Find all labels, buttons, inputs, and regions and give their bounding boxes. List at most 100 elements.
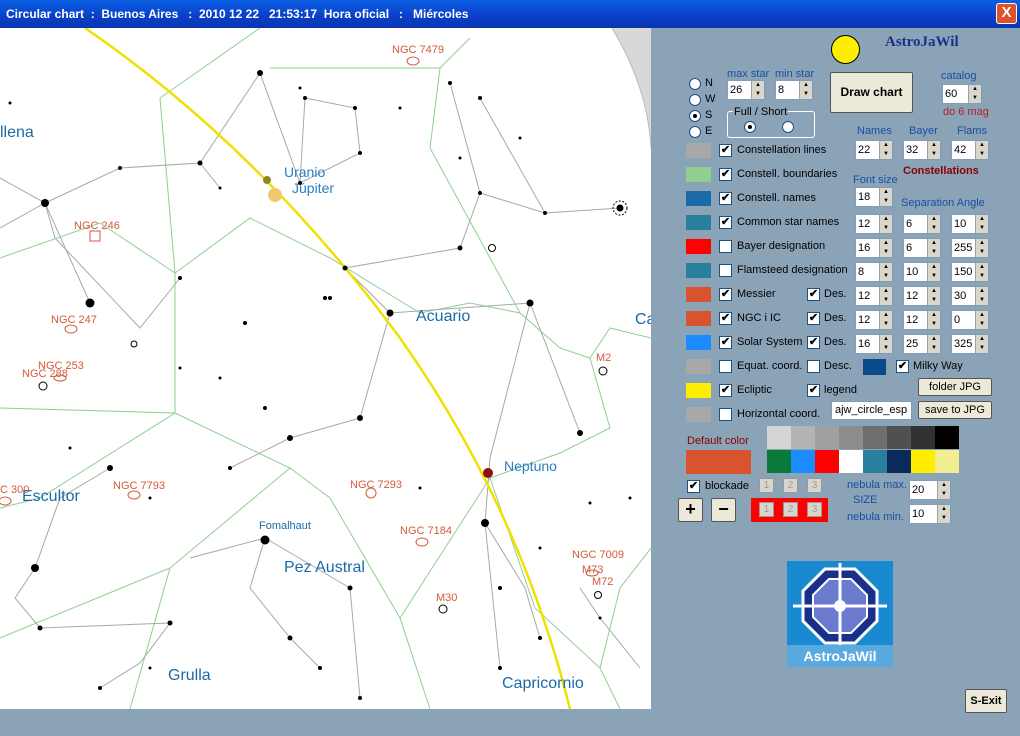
red-button-2[interactable]: 2	[783, 502, 798, 517]
row-color-swatch[interactable]	[686, 335, 711, 350]
palette-color-swatch[interactable]	[839, 450, 863, 473]
palette-color-swatch[interactable]	[911, 426, 935, 449]
milky-way-checkbox[interactable]: ✔	[896, 360, 909, 373]
row-value-input[interactable]: 255 ▲ ▼	[951, 238, 989, 258]
row-checkbox[interactable]: ✔	[719, 216, 732, 229]
row-color-swatch[interactable]	[686, 407, 711, 422]
row-color-swatch[interactable]	[686, 359, 711, 374]
row-description-checkbox[interactable]	[807, 360, 820, 373]
blockade-button-3[interactable]: 3	[807, 478, 822, 493]
row-value-input[interactable]: 8 ▲ ▼	[855, 262, 893, 282]
row-checkbox[interactable]: ✔	[719, 312, 732, 325]
star-chart[interactable]: Uranio Júpiter Acuario Neptuno Escultor …	[0, 28, 651, 709]
row-description-checkbox[interactable]: ✔	[807, 312, 820, 325]
row-color-swatch[interactable]	[686, 311, 711, 326]
red-button-3[interactable]: 3	[807, 502, 822, 517]
row-value-input[interactable]: 0 ▲ ▼	[951, 310, 989, 330]
direction-w-radio[interactable]	[689, 94, 701, 106]
palette-color-swatch[interactable]	[863, 426, 887, 449]
palette-color-swatch[interactable]	[791, 450, 815, 473]
blockade-checkbox[interactable]: ✔	[687, 480, 700, 493]
label-ngc288: NGC 288	[22, 368, 68, 380]
blockade-button-1[interactable]: 1	[759, 478, 774, 493]
red-button-1[interactable]: 1	[759, 502, 774, 517]
default-color-swatch[interactable]	[686, 450, 751, 474]
max-star-input[interactable]: 26 ▲ ▼	[727, 80, 765, 100]
milky-way-color-swatch[interactable]	[863, 359, 886, 375]
row-value-input[interactable]: 10 ▲ ▼	[951, 214, 989, 234]
row-color-swatch[interactable]	[686, 263, 711, 278]
row-value-input[interactable]: 25 ▲ ▼	[903, 334, 941, 354]
row-value-input[interactable]: 12 ▲ ▼	[855, 214, 893, 234]
row-checkbox[interactable]	[719, 408, 732, 421]
palette-color-swatch[interactable]	[935, 426, 959, 449]
row-checkbox[interactable]	[719, 240, 732, 253]
palette-color-swatch[interactable]	[815, 426, 839, 449]
zoom-in-button[interactable]: +	[678, 498, 703, 522]
row-checkbox[interactable]: ✔	[719, 336, 732, 349]
row-checkbox[interactable]	[719, 264, 732, 277]
zoom-out-button[interactable]: −	[711, 498, 736, 522]
row-color-swatch[interactable]	[686, 143, 711, 158]
catalog-input[interactable]: 60 ▲ ▼	[942, 84, 982, 104]
direction-e-radio[interactable]	[689, 126, 701, 138]
palette-color-swatch[interactable]	[887, 426, 911, 449]
short-radio[interactable]	[782, 121, 794, 133]
names-input[interactable]: 22 ▲ ▼	[855, 140, 893, 160]
row-label: Equat. coord.	[737, 360, 803, 372]
row-description-checkbox[interactable]: ✔	[807, 384, 820, 397]
full-radio[interactable]	[744, 121, 756, 133]
row-checkbox[interactable]: ✔	[719, 288, 732, 301]
palette-color-swatch[interactable]	[935, 450, 959, 473]
save-jpg-button[interactable]: save to JPG	[918, 401, 992, 419]
nebula-max-input[interactable]: 20 ▲ ▼	[909, 480, 951, 500]
row-description-checkbox[interactable]: ✔	[807, 288, 820, 301]
palette-color-swatch[interactable]	[863, 450, 887, 473]
row-checkbox[interactable]: ✔	[719, 192, 732, 205]
row-color-swatch[interactable]	[686, 167, 711, 182]
bayer-input[interactable]: 32 ▲ ▼	[903, 140, 941, 160]
row-value-input[interactable]: 12 ▲ ▼	[903, 310, 941, 330]
blockade-button-2[interactable]: 2	[783, 478, 798, 493]
row-checkbox[interactable]	[719, 360, 732, 373]
exit-button[interactable]: S-Exit	[965, 689, 1007, 713]
row-value-input[interactable]: 30 ▲ ▼	[951, 286, 989, 306]
row-value-input[interactable]: 16 ▲ ▼	[855, 238, 893, 258]
palette-color-swatch[interactable]	[887, 450, 911, 473]
draw-chart-button[interactable]: Draw chart	[830, 72, 913, 113]
direction-n-radio[interactable]	[689, 78, 701, 90]
label-grulla: Grulla	[168, 667, 211, 684]
filename-input[interactable]: ajw_circle_esp	[831, 401, 912, 420]
min-star-input[interactable]: 8 ▲ ▼	[775, 80, 813, 100]
direction-s-radio[interactable]	[689, 110, 701, 122]
palette-color-swatch[interactable]	[767, 450, 791, 473]
palette-color-swatch[interactable]	[839, 426, 863, 449]
row-color-swatch[interactable]	[686, 191, 711, 206]
row-color-swatch[interactable]	[686, 215, 711, 230]
nebula-min-input[interactable]: 10 ▲ ▼	[909, 504, 951, 524]
folder-jpg-button[interactable]: folder JPG	[918, 378, 992, 396]
row-value-input[interactable]: 6 ▲ ▼	[903, 214, 941, 234]
row-checkbox[interactable]: ✔	[719, 168, 732, 181]
row-description-checkbox[interactable]: ✔	[807, 336, 820, 349]
row-checkbox[interactable]: ✔	[719, 384, 732, 397]
row-color-swatch[interactable]	[686, 239, 711, 254]
row-value-input[interactable]: 150 ▲ ▼	[951, 262, 989, 282]
row-checkbox[interactable]: ✔	[719, 144, 732, 157]
row-value-input[interactable]: 10 ▲ ▼	[903, 262, 941, 282]
row-value-input[interactable]: 325 ▲ ▼	[951, 334, 989, 354]
font-size-input[interactable]: 18 ▲ ▼	[855, 187, 893, 207]
row-value-input[interactable]: 12 ▲ ▼	[903, 286, 941, 306]
row-value-input[interactable]: 12 ▲ ▼	[855, 286, 893, 306]
row-value-input[interactable]: 12 ▲ ▼	[855, 310, 893, 330]
row-color-swatch[interactable]	[686, 287, 711, 302]
row-value-input[interactable]: 6 ▲ ▼	[903, 238, 941, 258]
palette-color-swatch[interactable]	[815, 450, 839, 473]
close-button[interactable]: X	[996, 3, 1017, 24]
palette-color-swatch[interactable]	[767, 426, 791, 449]
palette-color-swatch[interactable]	[911, 450, 935, 473]
row-value-input[interactable]: 16 ▲ ▼	[855, 334, 893, 354]
row-color-swatch[interactable]	[686, 383, 711, 398]
palette-color-swatch[interactable]	[791, 426, 815, 449]
flams-input[interactable]: 42 ▲ ▼	[951, 140, 989, 160]
